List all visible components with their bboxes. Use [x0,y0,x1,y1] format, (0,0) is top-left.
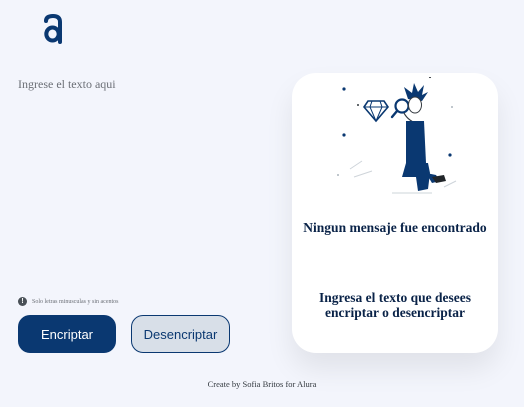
footer-credit: Create by Sofia Britos for Alura [207,379,317,389]
decrypt-button[interactable]: Desencriptar [131,315,230,353]
person-with-magnifying-glass-and-diamond-illustration [337,77,457,194]
encrypt-button[interactable]: Encriptar [18,315,116,353]
hint-text: Solo letras minusculas y sin acentos [32,298,119,305]
empty-state-title: Ningun mensaje fue encontrado [303,220,487,235]
alura-logo-icon [44,14,62,44]
info-icon: ! [18,297,27,306]
empty-state-text: Ingresa el texto que desees encriptar o … [319,290,471,320]
message-input[interactable] [18,76,268,276]
output-card: Ningun mensaje fue encontrado Ingresa el… [292,73,498,353]
input-hint: ! Solo letras minusculas y sin acentos [18,297,119,306]
